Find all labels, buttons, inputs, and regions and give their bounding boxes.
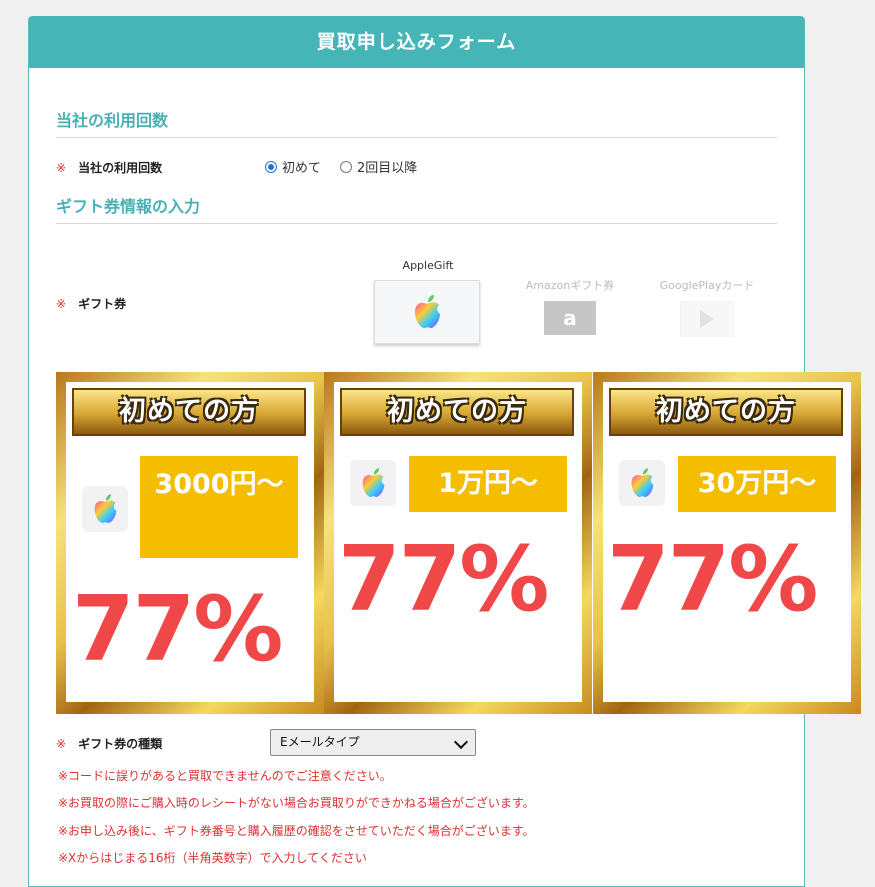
promo-banner-10000: 初めての方 1万円〜 77% xyxy=(324,372,592,714)
amount-badge: 3000円〜 xyxy=(140,456,298,558)
gift-option-amazon[interactable]: Amazonギフト券 a xyxy=(522,277,618,335)
chevron-down-icon xyxy=(453,734,469,750)
note-code-format: ※Xからはじまる16桁（半角英数字）で入力してください xyxy=(58,851,367,865)
google-play-icon[interactable] xyxy=(680,301,734,337)
note-receipt: ※お買取の際にご購入時のレシートがない場合お買取りができかねる場合がございます。 xyxy=(58,796,535,810)
amount-badge: 1万円〜 xyxy=(409,456,567,512)
promo-banner-300000: 初めての方 30万円〜 77% xyxy=(593,372,861,714)
required-mark: ※ xyxy=(56,161,67,175)
apple-gift-card-icon[interactable] xyxy=(374,280,480,344)
first-time-heading: 初めての方 xyxy=(340,388,574,436)
gift-type-select[interactable]: Eメールタイプ xyxy=(270,729,476,756)
apple-logo-icon xyxy=(415,295,440,329)
amount-badge: 30万円〜 xyxy=(678,456,836,512)
apple-gift-icon xyxy=(619,460,665,506)
usage-radio-group: 初めて 2回目以降 xyxy=(265,157,417,176)
gift-option-amazon-label: Amazonギフト券 xyxy=(525,279,615,292)
gift-option-apple-label: AppleGift xyxy=(402,259,454,272)
gift-option-googleplay[interactable]: GooglePlayカード xyxy=(656,277,758,337)
radio-second-plus[interactable] xyxy=(340,160,353,173)
first-time-heading: 初めての方 xyxy=(72,388,306,436)
form-title: 買取申し込みフォーム xyxy=(29,16,804,68)
gift-type-select-value: Eメールタイプ xyxy=(280,735,360,749)
apple-gift-icon xyxy=(350,460,396,506)
radio-first-time[interactable] xyxy=(265,160,277,173)
required-mark: ※ xyxy=(56,737,67,751)
first-time-heading: 初めての方 xyxy=(609,388,843,436)
required-mark: ※ xyxy=(56,297,67,311)
note-code-error: ※コードに誤りがあると買取できませんのでご注意ください。 xyxy=(58,769,392,783)
promo-banners: 初めての方 3000円〜 77% 初めての方 1万円〜 77% 初めての方 30… xyxy=(56,372,861,714)
gift-type-label: ※ ギフト券の種類 xyxy=(56,737,163,751)
section-title-usage: 当社の利用回数 xyxy=(56,107,777,138)
rate-text: 77% xyxy=(72,577,283,682)
radio-second-plus-label[interactable]: 2回目以降 xyxy=(357,157,417,176)
radio-first-time-label[interactable]: 初めて xyxy=(282,157,321,176)
gift-card-label: ※ ギフト券 xyxy=(56,297,127,311)
rate-text: 77% xyxy=(338,527,549,632)
gift-option-googleplay-label: GooglePlayカード xyxy=(659,279,755,292)
apple-gift-icon xyxy=(82,486,128,532)
rate-text: 77% xyxy=(607,527,818,632)
amazon-logo-icon[interactable]: a xyxy=(544,301,596,335)
note-confirmation: ※お申し込み後に、ギフト券番号と購入履歴の確認をさせていただく場合がございます。 xyxy=(58,824,535,838)
promo-banner-3000: 初めての方 3000円〜 77% xyxy=(56,372,324,714)
usage-count-label: ※ 当社の利用回数 xyxy=(56,161,163,175)
section-title-gift-info: ギフト券情報の入力 xyxy=(56,193,777,224)
gift-option-apple[interactable]: AppleGift xyxy=(374,259,482,344)
